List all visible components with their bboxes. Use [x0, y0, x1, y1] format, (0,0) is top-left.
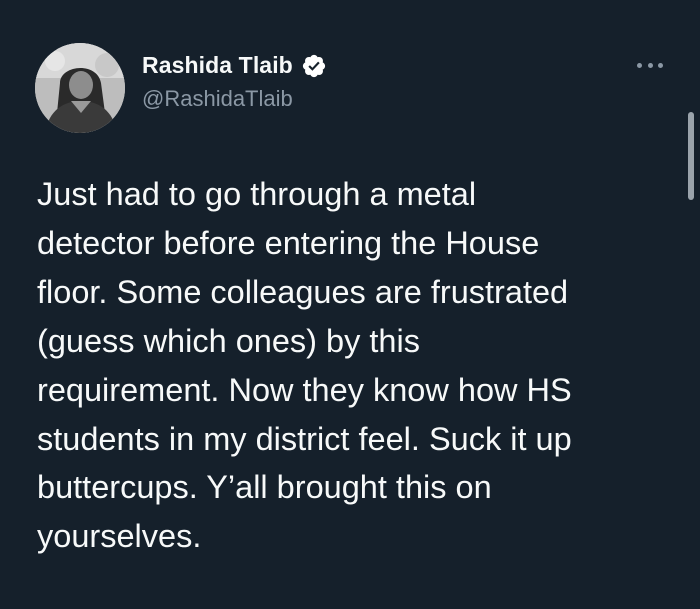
avatar[interactable]	[35, 43, 125, 133]
tweet-text: Just had to go through a metal detector …	[37, 176, 572, 555]
author-display-name[interactable]: Rashida Tlaib	[142, 52, 293, 79]
profile-photo-icon	[35, 43, 125, 133]
dot	[647, 62, 653, 68]
tweet-screen: Rashida Tlaib @RashidaTlaib Just had to …	[0, 0, 700, 609]
dot	[637, 62, 642, 68]
verified-badge-icon	[301, 53, 327, 79]
author-handle[interactable]: @RashidaTlaib	[142, 86, 293, 112]
more-options-icon[interactable]	[637, 58, 663, 72]
scrollbar-thumb[interactable]	[688, 112, 694, 200]
author-name-row[interactable]: Rashida Tlaib	[142, 52, 327, 79]
dot	[658, 62, 663, 68]
